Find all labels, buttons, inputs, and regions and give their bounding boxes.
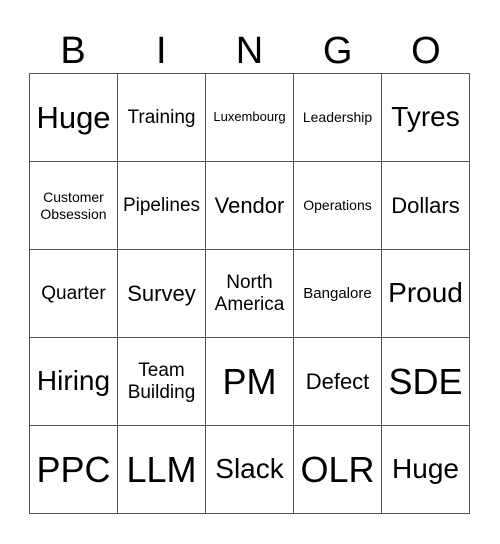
cell-text: Tyres <box>391 101 460 133</box>
bingo-cell[interactable]: Slack <box>206 426 294 514</box>
cell-text: Proud <box>388 277 463 309</box>
header-letter-n: N <box>235 30 264 72</box>
bingo-cell[interactable]: OLR <box>294 426 382 514</box>
cell-text: Team Building <box>127 359 196 403</box>
cell-text: Survey <box>127 280 196 306</box>
header-letter-o: O <box>411 30 441 72</box>
bingo-grid: Huge Training Luxembourg Leadership Tyre… <box>29 73 470 514</box>
cell-text: Vendor <box>214 192 285 218</box>
cell-text: PPC <box>36 448 111 490</box>
bingo-cell[interactable]: Leadership <box>294 74 382 162</box>
bingo-cell[interactable]: Team Building <box>118 338 206 426</box>
bingo-cell[interactable]: Hiring <box>30 338 118 426</box>
cell-text: Customer Obsession <box>40 189 107 222</box>
bingo-cell[interactable]: Huge <box>382 426 470 514</box>
cell-text: Dollars <box>391 192 460 218</box>
cell-text: Luxembourg <box>213 109 286 125</box>
bingo-cell[interactable]: Defect <box>294 338 382 426</box>
cell-text: Pipelines <box>122 194 201 216</box>
bingo-cell[interactable]: Proud <box>382 250 470 338</box>
cell-text: Leadership <box>302 109 373 126</box>
bingo-cell[interactable]: Survey <box>118 250 206 338</box>
bingo-cell[interactable]: SDE <box>382 338 470 426</box>
bingo-cell[interactable]: Pipelines <box>118 162 206 250</box>
bingo-header: B I N G O <box>29 30 470 72</box>
bingo-cell[interactable]: Bangalore <box>294 250 382 338</box>
cell-text: OLR <box>300 448 375 490</box>
cell-text: Hiring <box>36 365 111 397</box>
bingo-cell[interactable]: Quarter <box>30 250 118 338</box>
cell-text: Slack <box>215 453 284 485</box>
cell-text: North America <box>214 271 285 315</box>
cell-text: Quarter <box>41 282 106 304</box>
bingo-cell[interactable]: Training <box>118 74 206 162</box>
bingo-cell[interactable]: Customer Obsession <box>30 162 118 250</box>
cell-text: Huge <box>36 99 111 135</box>
cell-text: Bangalore <box>303 284 372 302</box>
header-letter-g: G <box>322 30 353 72</box>
cell-text: Defect <box>305 368 370 394</box>
cell-text: LLM <box>126 448 197 490</box>
bingo-cell[interactable]: Luxembourg <box>206 74 294 162</box>
cell-text: SDE <box>388 360 463 402</box>
header-letter-b: B <box>60 30 86 72</box>
cell-text: Training <box>127 106 196 128</box>
bingo-cell[interactable]: PPC <box>30 426 118 514</box>
bingo-cell[interactable]: Huge <box>30 74 118 162</box>
bingo-cell[interactable]: North America <box>206 250 294 338</box>
bingo-cell[interactable]: Operations <box>294 162 382 250</box>
bingo-cell[interactable]: Vendor <box>206 162 294 250</box>
cell-text: PM <box>222 360 277 402</box>
header-letter-i: I <box>156 30 167 72</box>
bingo-cell[interactable]: PM <box>206 338 294 426</box>
bingo-cell[interactable]: Dollars <box>382 162 470 250</box>
bingo-cell[interactable]: Tyres <box>382 74 470 162</box>
cell-text: Huge <box>392 453 459 485</box>
cell-text: Operations <box>303 197 372 214</box>
bingo-cell[interactable]: LLM <box>118 426 206 514</box>
